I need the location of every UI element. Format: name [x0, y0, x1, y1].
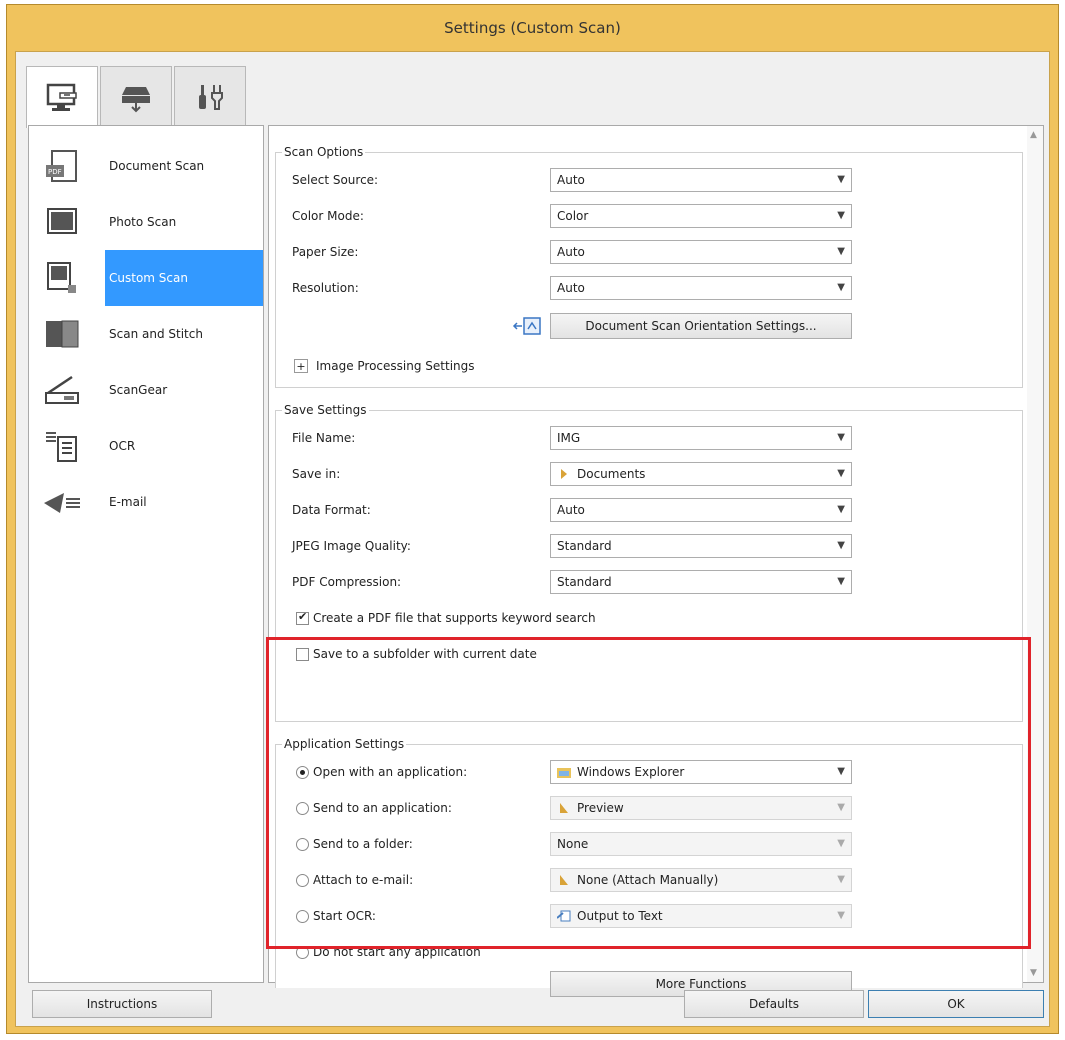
plus-icon[interactable]: + — [294, 359, 308, 373]
file-name-label: File Name: — [292, 431, 356, 445]
window-title: Settings (Custom Scan) — [444, 19, 621, 37]
data-format-dropdown[interactable]: Auto ▼ — [550, 498, 852, 522]
photo-scan-icon — [37, 202, 87, 242]
chevron-down-icon: ▼ — [837, 540, 845, 551]
save-in-label: Save in: — [292, 467, 341, 481]
scan-options-group: Scan Options Select Source: Auto ▼ Color… — [275, 145, 1023, 388]
scan-options-title: Scan Options — [282, 145, 366, 159]
jpeg-quality-dropdown[interactable]: Standard ▼ — [550, 534, 852, 558]
document-scan-icon: PDF — [37, 146, 87, 186]
save-settings-title: Save Settings — [282, 403, 369, 417]
tab-general-settings[interactable] — [174, 66, 246, 126]
ocr-icon — [37, 426, 87, 466]
pdf-compression-dropdown[interactable]: Standard ▼ — [550, 570, 852, 594]
chevron-down-icon: ▼ — [837, 432, 845, 443]
folder-icon — [557, 467, 571, 481]
email-icon — [37, 482, 87, 522]
tools-icon — [192, 81, 228, 113]
select-source-dropdown[interactable]: Auto ▼ — [550, 168, 852, 192]
application-settings-highlight — [266, 637, 1031, 949]
document-scan-orientation-settings-button[interactable]: Document Scan Orientation Settings... — [550, 313, 852, 339]
select-source-label: Select Source: — [292, 173, 379, 187]
color-mode-dropdown[interactable]: Color ▼ — [550, 204, 852, 228]
chevron-down-icon: ▼ — [837, 468, 845, 479]
svg-text:PDF: PDF — [48, 168, 62, 176]
tab-scan-from-panel[interactable] — [100, 66, 172, 126]
resolution-label: Resolution: — [292, 281, 359, 295]
computer-scan-icon — [44, 82, 80, 114]
scroll-up-icon[interactable]: ▲ — [1030, 130, 1037, 140]
paper-size-label: Paper Size: — [292, 245, 359, 259]
image-processing-label: Image Processing Settings — [316, 359, 475, 373]
scanner-icon — [118, 81, 154, 113]
list-item-label: Photo Scan — [109, 215, 177, 229]
chevron-down-icon: ▼ — [837, 210, 845, 221]
tab-bar — [26, 66, 248, 128]
list-item-label: E-mail — [109, 495, 147, 509]
chevron-down-icon: ▼ — [837, 576, 845, 587]
defaults-button[interactable]: Defaults — [684, 990, 864, 1018]
file-name-combobox[interactable]: IMG ▼ — [550, 426, 852, 450]
list-item-custom-scan[interactable]: Custom Scan — [29, 250, 263, 306]
list-item-ocr[interactable]: OCR — [29, 418, 263, 474]
list-item-scan-and-stitch[interactable]: Scan and Stitch — [29, 306, 263, 362]
custom-scan-icon — [37, 258, 87, 298]
list-item-label: Custom Scan — [109, 271, 188, 285]
resolution-dropdown[interactable]: Auto ▼ — [550, 276, 852, 300]
list-item-label: OCR — [109, 439, 136, 453]
list-item-photo-scan[interactable]: Photo Scan — [29, 194, 263, 250]
chevron-down-icon: ▼ — [837, 282, 845, 293]
chevron-down-icon: ▼ — [837, 174, 845, 185]
keyword-search-checkbox-row[interactable]: Create a PDF file that supports keyword … — [296, 605, 996, 631]
scroll-down-icon[interactable]: ▼ — [1030, 968, 1037, 978]
color-mode-label: Color Mode: — [292, 209, 364, 223]
settings-window: Settings (Custom Scan) PDF Document Scan… — [6, 4, 1059, 1034]
pdf-compression-label: PDF Compression: — [292, 575, 402, 589]
scangear-icon — [37, 370, 87, 410]
list-item-document-scan[interactable]: PDF Document Scan — [29, 138, 263, 194]
paper-size-dropdown[interactable]: Auto ▼ — [550, 240, 852, 264]
orientation-icon — [512, 315, 542, 342]
chevron-down-icon: ▼ — [837, 246, 845, 257]
data-format-label: Data Format: — [292, 503, 371, 517]
jpeg-quality-label: JPEG Image Quality: — [292, 539, 411, 553]
save-in-dropdown[interactable]: Documents ▼ — [550, 462, 852, 486]
list-item-label: ScanGear — [109, 383, 168, 397]
keyword-search-label: Create a PDF file that supports keyword … — [313, 611, 596, 625]
instructions-button[interactable]: Instructions — [32, 990, 212, 1018]
scan-and-stitch-icon — [37, 314, 87, 354]
tab-scan-from-computer[interactable] — [26, 66, 98, 128]
list-item-email[interactable]: E-mail — [29, 474, 263, 530]
scan-type-list: PDF Document Scan Photo Scan Custom Scan… — [28, 125, 264, 983]
keyword-search-checkbox[interactable] — [296, 610, 309, 625]
chevron-down-icon: ▼ — [837, 504, 845, 515]
image-processing-expander[interactable]: + Image Processing Settings — [294, 353, 994, 379]
list-item-scangear[interactable]: ScanGear — [29, 362, 263, 418]
ok-button[interactable]: OK — [868, 990, 1044, 1018]
list-item-label: Document Scan — [109, 159, 205, 173]
list-item-label: Scan and Stitch — [109, 327, 203, 341]
